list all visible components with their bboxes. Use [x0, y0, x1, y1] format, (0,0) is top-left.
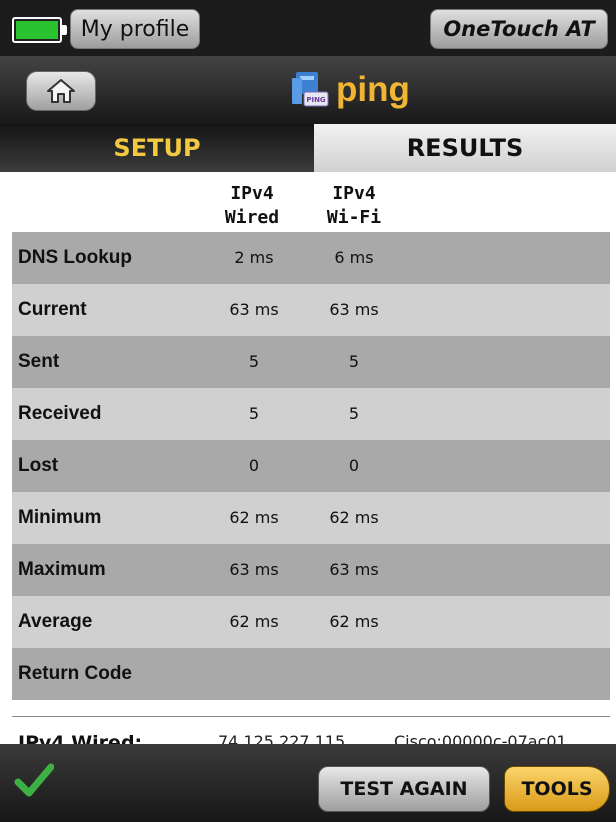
- wired-value: 0: [248, 456, 260, 475]
- wired-value: 62 ms: [229, 508, 279, 527]
- row-label: DNS Lookup: [18, 247, 132, 268]
- row-label: Average: [18, 611, 93, 632]
- table-row: Lost 0 0: [12, 440, 610, 492]
- table-row: Current 63 ms 63 ms: [12, 284, 610, 336]
- column-header-line: Wi-Fi: [326, 207, 382, 228]
- wired-value: 63 ms: [229, 560, 279, 579]
- row-label: Maximum: [18, 559, 106, 580]
- page-title: PING ping: [290, 68, 410, 112]
- home-icon: [47, 79, 75, 103]
- my-profile-button[interactable]: My profile: [70, 9, 200, 49]
- results-panel[interactable]: IPv4 Wired IPv4 Wi-Fi DNS Lookup 2 ms 6 …: [0, 172, 616, 744]
- wifi-value: 62 ms: [329, 508, 379, 527]
- test-again-button[interactable]: TEST AGAIN: [318, 766, 490, 812]
- table-row: Average 62 ms 62 ms: [12, 596, 610, 648]
- battery-icon: [12, 17, 67, 43]
- checkmark-icon: [14, 763, 54, 797]
- row-label: Lost: [18, 455, 59, 476]
- wired-value: 63 ms: [229, 300, 279, 319]
- divider: [12, 716, 610, 717]
- wifi-value: 5: [348, 352, 360, 371]
- tools-button[interactable]: TOOLS: [504, 766, 610, 812]
- home-button[interactable]: [26, 71, 96, 111]
- table-row: Sent 5 5: [12, 336, 610, 388]
- column-header-line: IPv4: [332, 183, 376, 204]
- column-header-ipv4-wifi: IPv4 Wi-Fi: [314, 182, 394, 230]
- wired-value: 5: [248, 404, 260, 423]
- table-row: DNS Lookup 2 ms 6 ms: [12, 232, 610, 284]
- ping-icon-badge: PING: [306, 96, 326, 104]
- wifi-value: 6 ms: [334, 248, 374, 267]
- wifi-value: 62 ms: [329, 612, 379, 631]
- bottom-bar: TEST AGAIN TOOLS: [0, 744, 616, 822]
- row-label: Current: [18, 299, 87, 320]
- column-header-line: Wired: [224, 207, 280, 228]
- status-bar: My profile OneTouch AT: [0, 0, 616, 56]
- wifi-value: 63 ms: [329, 300, 379, 319]
- ping-app-icon: PING: [292, 72, 329, 107]
- wired-value: 62 ms: [229, 612, 279, 631]
- column-header-line: IPv4: [230, 183, 274, 204]
- table-row: Minimum 62 ms 62 ms: [12, 492, 610, 544]
- title-bar: PING ping: [0, 56, 616, 124]
- row-label: Return Code: [18, 663, 132, 684]
- wifi-value: 63 ms: [329, 560, 379, 579]
- wifi-value: 5: [348, 404, 360, 423]
- wifi-value: 0: [348, 456, 360, 475]
- page-title-text: ping: [336, 70, 410, 109]
- tab-bar: SETUP RESULTS: [0, 124, 616, 172]
- row-label: Received: [18, 403, 102, 424]
- column-header-ipv4-wired: IPv4 Wired: [212, 182, 292, 230]
- ipv4-wired-mac: Cisco:00000c-07ac01: [394, 732, 567, 744]
- ipv4-wired-label: IPv4 Wired:: [18, 732, 143, 744]
- wired-value: 2 ms: [234, 248, 274, 267]
- ipv4-wired-address: 74.125.227.115: [218, 732, 346, 744]
- tab-setup[interactable]: SETUP: [0, 124, 314, 172]
- table-row: Maximum 63 ms 63 ms: [12, 544, 610, 596]
- tab-results[interactable]: RESULTS: [314, 124, 616, 172]
- wired-value: 5: [248, 352, 260, 371]
- onetouch-brand-button[interactable]: OneTouch AT: [430, 9, 608, 49]
- table-row: Return Code: [12, 648, 610, 700]
- row-label: Sent: [18, 351, 60, 372]
- row-label: Minimum: [18, 507, 102, 528]
- table-row: Received 5 5: [12, 388, 610, 440]
